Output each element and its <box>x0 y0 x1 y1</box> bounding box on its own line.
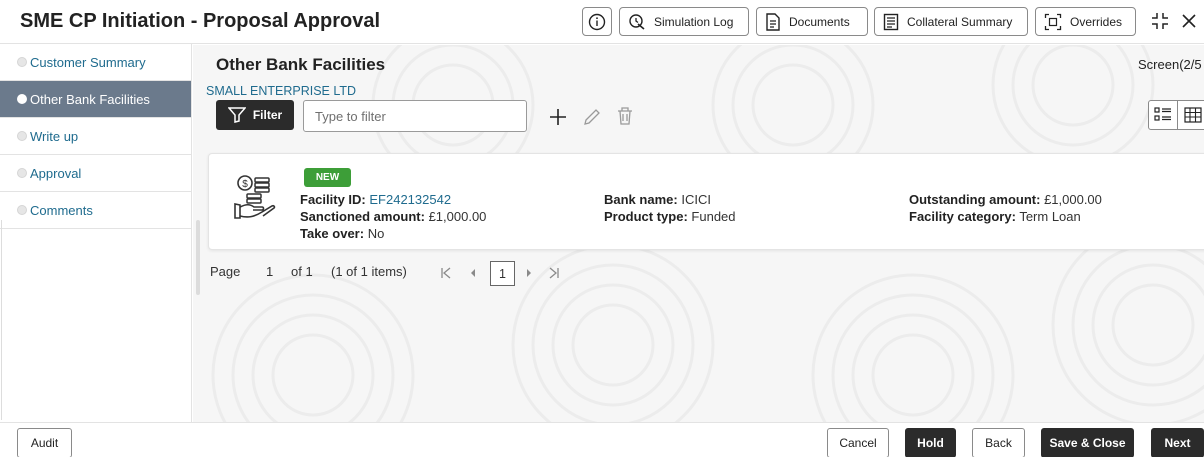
sidebar-item-label: Customer Summary <box>30 54 146 70</box>
step-dot-icon <box>17 94 27 104</box>
sidebar-item-other-bank-facilities[interactable]: Other Bank Facilities <box>0 81 191 118</box>
product-type-field: Product type: Funded <box>604 209 736 224</box>
collateral-icon <box>883 13 899 30</box>
prev-page-icon[interactable] <box>468 266 478 280</box>
overrides-label: Overrides <box>1070 14 1123 29</box>
sanctioned-amount-value: £1,000.00 <box>428 209 487 224</box>
product-type-value: Funded <box>691 209 736 224</box>
documents-icon <box>766 12 780 31</box>
outstanding-amount-value: £1,000.00 <box>1044 192 1102 207</box>
expand-icon[interactable] <box>1150 11 1170 31</box>
page-number: 1 <box>266 264 274 279</box>
main-content: Other Bank Facilities Screen(2/5 SMALL E… <box>193 45 1204 422</box>
take-over-value: No <box>367 226 385 241</box>
page-title: SME CP Initiation - Proposal Approval <box>20 10 381 32</box>
grid-view-icon <box>1183 107 1202 123</box>
save-close-button[interactable]: Save & Close <box>1041 428 1134 457</box>
filter-input[interactable] <box>303 100 527 132</box>
facility-card[interactable]: $ NEW Facility ID: EF242132542 Sanctione… <box>208 153 1204 250</box>
list-view-icon <box>1154 107 1171 121</box>
simulation-log-button[interactable]: Simulation Log <box>619 7 749 36</box>
facility-category-value: Term Loan <box>1019 209 1081 224</box>
filter-button[interactable]: Filter <box>216 100 294 130</box>
items-count: (1 of 1 items) <box>331 264 407 279</box>
next-page-icon[interactable] <box>524 266 534 280</box>
last-page-icon[interactable] <box>548 266 560 280</box>
company-name: SMALL ENTERPRISE LTD <box>206 84 357 98</box>
first-page-icon[interactable] <box>440 266 452 280</box>
step-dot-icon <box>17 57 27 67</box>
step-dot-icon <box>17 168 27 178</box>
pagination: Page 1 of 1 (1 of 1 items) 1 <box>210 261 580 287</box>
list-view-button[interactable] <box>1149 101 1179 129</box>
scrollbar[interactable] <box>196 220 200 295</box>
facility-category-label: Facility category: <box>909 209 1016 224</box>
audit-button[interactable]: Audit <box>17 428 72 457</box>
svg-text:$: $ <box>242 179 248 190</box>
screen-indicator: Screen(2/5 <box>1138 57 1202 72</box>
next-button[interactable]: Next <box>1151 428 1204 457</box>
page-total: of 1 <box>291 264 313 279</box>
cancel-button[interactable]: Cancel <box>827 428 889 457</box>
grid-view-button[interactable] <box>1178 101 1204 129</box>
current-page-box[interactable]: 1 <box>490 261 515 286</box>
info-icon <box>588 13 606 30</box>
take-over-label: Take over: <box>300 226 365 241</box>
facility-id-label: Facility ID: <box>300 192 366 207</box>
sidebar-item-label: Comments <box>30 202 93 218</box>
filter-icon <box>227 107 246 123</box>
bank-name-label: Bank name: <box>604 192 678 207</box>
collateral-summary-button[interactable]: Collateral Summary <box>874 7 1028 36</box>
facility-money-icon: $ <box>234 175 276 219</box>
divider <box>1 220 2 420</box>
facility-category-field: Facility category: Term Loan <box>909 209 1081 224</box>
step-dot-icon <box>17 131 27 141</box>
sidebar-item-label: Other Bank Facilities <box>30 91 150 107</box>
facility-id-field: Facility ID: EF242132542 <box>300 192 451 207</box>
sidebar-item-approval[interactable]: Approval <box>0 155 191 192</box>
documents-label: Documents <box>789 14 850 29</box>
sidebar-item-write-up[interactable]: Write up <box>0 118 191 155</box>
back-button[interactable]: Back <box>972 428 1025 457</box>
add-icon[interactable] <box>548 107 568 127</box>
footer-bar: Audit Cancel Hold Back Save & Close Next <box>0 422 1204 457</box>
collateral-summary-label: Collateral Summary <box>907 14 1013 29</box>
sidebar-item-comments[interactable]: Comments <box>0 192 191 229</box>
sidebar: Customer Summary Other Bank Facilities W… <box>0 44 192 422</box>
simulation-log-icon <box>629 13 645 30</box>
hold-button[interactable]: Hold <box>905 428 956 457</box>
overrides-button[interactable]: Overrides <box>1035 7 1136 36</box>
facility-id-link[interactable]: EF242132542 <box>369 192 451 207</box>
edit-icon[interactable] <box>582 107 602 127</box>
close-icon[interactable] <box>1180 11 1198 31</box>
documents-button[interactable]: Documents <box>756 7 868 36</box>
take-over-field: Take over: No <box>300 226 384 241</box>
sidebar-item-label: Approval <box>30 165 82 181</box>
delete-icon[interactable] <box>616 106 634 126</box>
outstanding-amount-label: Outstanding amount: <box>909 192 1041 207</box>
sidebar-item-label: Write up <box>30 128 79 144</box>
section-title: Other Bank Facilities <box>216 55 386 74</box>
outstanding-amount-field: Outstanding amount: £1,000.00 <box>909 192 1102 207</box>
step-dot-icon <box>17 205 27 215</box>
view-toggle <box>1148 100 1204 130</box>
page-label: Page <box>210 264 241 279</box>
product-type-label: Product type: <box>604 209 688 224</box>
status-badge: NEW <box>304 168 351 187</box>
sanctioned-amount-field: Sanctioned amount: £1,000.00 <box>300 209 486 224</box>
filter-label: Filter <box>252 108 283 122</box>
header-bar: SME CP Initiation - Proposal Approval Si… <box>0 0 1204 44</box>
bank-name-value: ICICI <box>681 192 711 207</box>
sidebar-item-customer-summary[interactable]: Customer Summary <box>0 44 191 81</box>
simulation-log-label: Simulation Log <box>654 14 734 29</box>
overrides-icon <box>1044 13 1062 30</box>
bank-name-field: Bank name: ICICI <box>604 192 711 207</box>
sanctioned-amount-label: Sanctioned amount: <box>300 209 425 224</box>
info-button[interactable] <box>582 7 612 36</box>
